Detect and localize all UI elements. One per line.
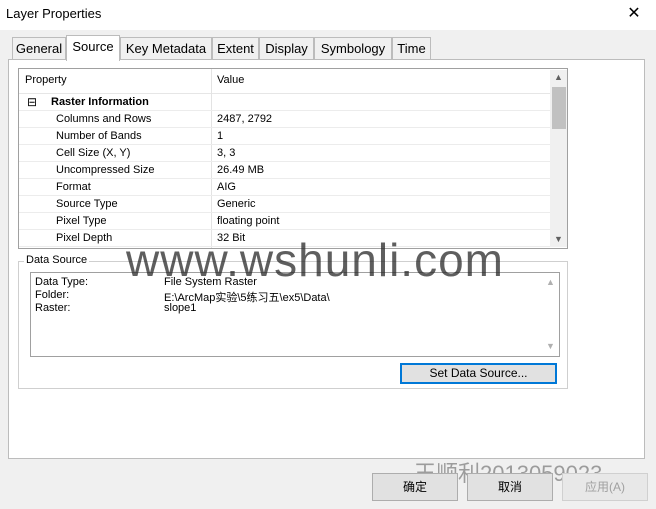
row-value: Generic — [217, 198, 256, 210]
row-value: floating point — [217, 215, 280, 227]
row-value: AIG — [217, 181, 236, 193]
table-row[interactable]: Cell Size (X, Y) 3, 3 — [19, 145, 551, 162]
row-label: Pixel Depth — [56, 232, 113, 244]
close-icon[interactable]: ✕ — [620, 3, 648, 25]
table-row[interactable]: Format AIG — [19, 179, 551, 196]
row-label: Pixel Type — [56, 215, 107, 227]
watermark-text: www.wshunli.com — [126, 234, 504, 286]
cancel-button[interactable]: 取消 — [467, 473, 553, 501]
collapse-icon[interactable]: ⊟ — [27, 95, 37, 109]
tab-general[interactable]: General — [12, 37, 66, 59]
row-value: 26.49 MB — [217, 164, 265, 176]
table-row[interactable]: Pixel Type floating point — [19, 213, 551, 230]
tab-time[interactable]: Time — [392, 37, 431, 59]
row-label: Uncompressed Size — [56, 164, 155, 176]
row-label: Cell Size (X, Y) — [56, 147, 131, 159]
table-row[interactable]: Uncompressed Size 26.49 MB — [19, 162, 551, 179]
row-label: Format — [56, 181, 91, 193]
grid-header: Property Value — [19, 69, 551, 94]
scroll-up-icon[interactable]: ▲ — [550, 72, 567, 82]
scroll-thumb[interactable] — [552, 87, 566, 129]
group-label: Raster Information — [51, 96, 149, 108]
value-column-header: Value — [217, 74, 245, 86]
data-source-legend: Data Source — [24, 254, 90, 266]
table-row[interactable]: Number of Bands 1 — [19, 128, 551, 145]
table-row[interactable]: Columns and Rows 2487, 2792 — [19, 111, 551, 128]
tab-extent[interactable]: Extent — [212, 37, 259, 59]
property-grid[interactable]: Property Value ⊟ Raster Information Colu… — [18, 68, 568, 249]
scroll-down-icon[interactable]: ▼ — [550, 234, 567, 244]
row-label: Number of Bands — [56, 130, 142, 142]
apply-button[interactable]: 应用(A) — [562, 473, 648, 501]
window-title: Layer Properties — [6, 6, 102, 21]
property-column-header: Property — [25, 74, 67, 86]
raster-value: slope1 — [164, 302, 197, 314]
tab-display[interactable]: Display — [259, 37, 314, 59]
group-row[interactable]: ⊟ Raster Information — [19, 94, 551, 111]
table-row[interactable]: Source Type Generic — [19, 196, 551, 213]
text-scroll-down-icon[interactable]: ▼ — [542, 341, 559, 351]
tab-key-metadata[interactable]: Key Metadata — [120, 37, 212, 59]
raster-label: Raster: — [35, 302, 71, 314]
tab-symbology[interactable]: Symbology — [314, 37, 392, 59]
row-value: 2487, 2792 — [217, 113, 273, 125]
set-data-source-button[interactable]: Set Data Source... — [400, 363, 557, 384]
data-type-label: Data Type: — [35, 276, 88, 288]
ok-button[interactable]: 确定 — [372, 473, 458, 501]
row-label: Source Type — [56, 198, 118, 210]
text-scroll-up-icon[interactable]: ▲ — [542, 277, 559, 287]
folder-label: Folder: — [35, 289, 70, 301]
tab-source[interactable]: Source — [66, 35, 120, 61]
row-label: Columns and Rows — [56, 113, 152, 125]
row-value: 3, 3 — [217, 147, 236, 159]
row-value: 1 — [217, 130, 224, 142]
